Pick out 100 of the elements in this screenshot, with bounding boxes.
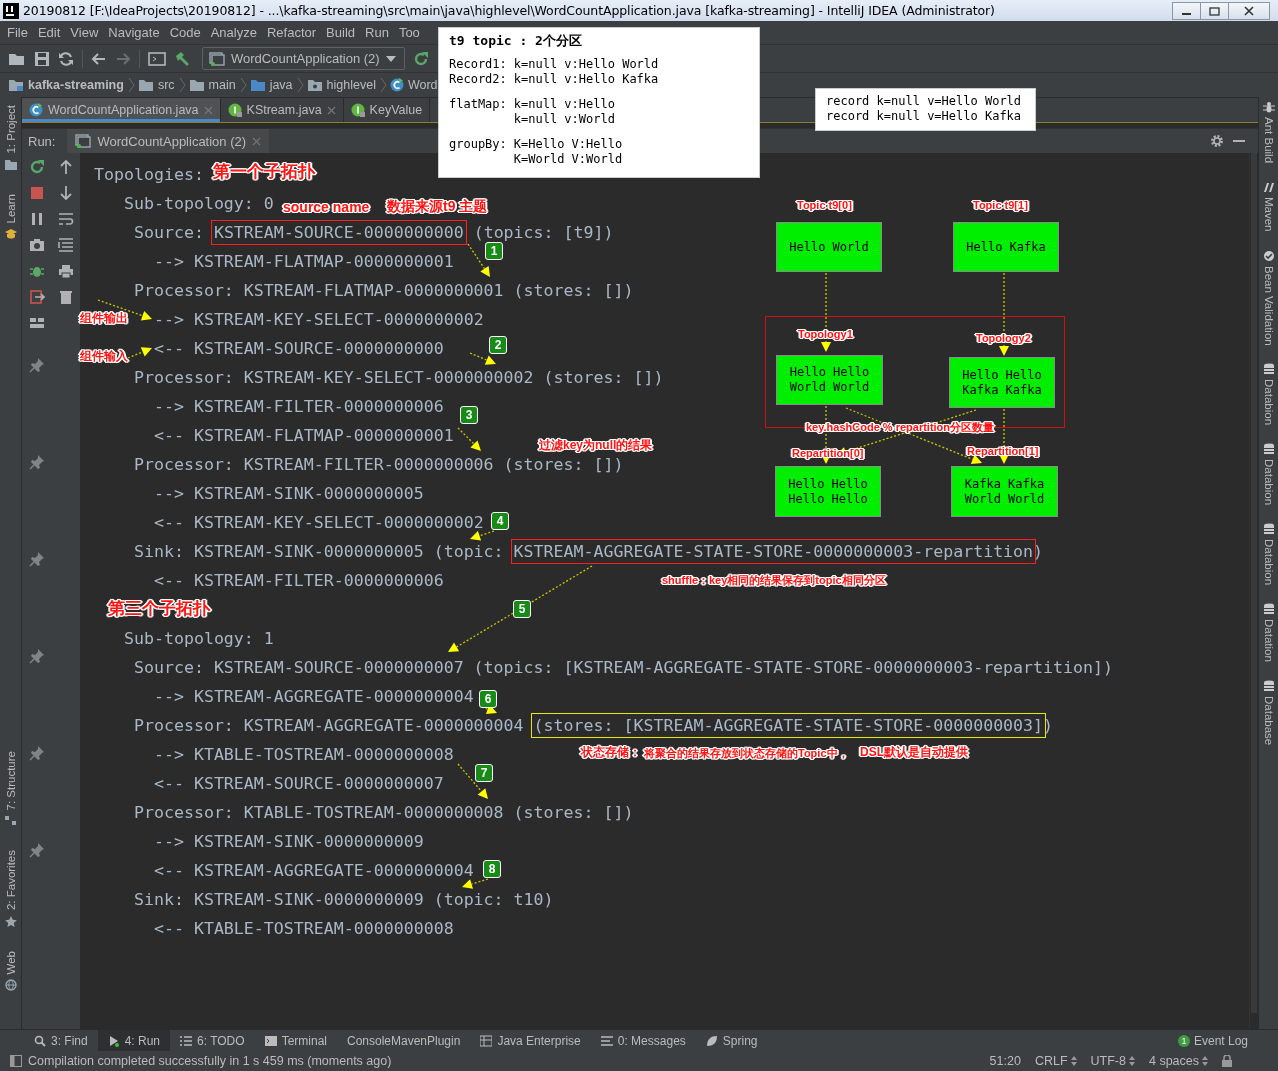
- tool-window-tab[interactable]: Terminal: [254, 1030, 337, 1051]
- console-text: Source:: [133, 223, 205, 242]
- class-icon: [389, 78, 404, 92]
- run-icon: [107, 1034, 120, 1047]
- close-icon[interactable]: [252, 136, 262, 146]
- run-tab[interactable]: WordCountApplication (2): [67, 129, 270, 153]
- class-icon: [29, 103, 43, 117]
- tool-window-button[interactable]: Web: [4, 950, 17, 974]
- database-icon: [1262, 443, 1275, 456]
- menu-item[interactable]: Run: [360, 25, 394, 40]
- run-configuration-dropdown[interactable]: WordCountApplication (2): [202, 47, 405, 70]
- line-separator-selector[interactable]: CRLF: [1034, 1054, 1068, 1068]
- tool-window-button[interactable]: Bean Validation: [1262, 265, 1275, 346]
- ant-icon: [1262, 101, 1275, 113]
- breadcrumb-item[interactable]: java: [269, 78, 293, 92]
- interface-icon: [227, 103, 242, 117]
- tool-window-button[interactable]: Datation: [1262, 619, 1275, 663]
- note-value: K=Hello V:Hello: [513, 137, 624, 152]
- tool-window-button[interactable]: Databion: [1262, 539, 1275, 586]
- save-icon[interactable]: [34, 50, 50, 67]
- menu-item[interactable]: Analyze: [205, 25, 262, 40]
- rerun-icon[interactable]: [28, 159, 45, 175]
- tool-window-button[interactable]: 1: Project: [4, 105, 17, 154]
- console-text: --> KSTREAM-KEY-SELECT-0000000002: [153, 310, 484, 329]
- tool-window-button[interactable]: Learn: [4, 193, 17, 223]
- menu-item[interactable]: View: [65, 25, 104, 40]
- tool-window-button[interactable]: Database: [1262, 696, 1275, 746]
- annotation: 过滤key为null的结果: [539, 439, 653, 453]
- pin-icon[interactable]: [28, 745, 45, 761]
- note-value: K=World V:World: [513, 152, 624, 167]
- tool-window-button[interactable]: 7: Structure: [4, 751, 17, 811]
- up-down-arrow-icon: [1070, 1056, 1077, 1066]
- breadcrumb-item[interactable]: src: [157, 78, 175, 92]
- camera-icon[interactable]: [28, 237, 45, 253]
- rerun-icon[interactable]: [412, 50, 429, 67]
- exit-icon[interactable]: [28, 289, 45, 305]
- forward-icon[interactable]: [115, 50, 131, 67]
- maven-icon: [1262, 181, 1275, 194]
- up-down-arrow-icon: [1128, 1056, 1135, 1066]
- database-icon: [1262, 680, 1275, 693]
- record-text: World World: [964, 491, 1045, 507]
- back-icon[interactable]: [91, 50, 107, 67]
- indent-selector[interactable]: 4 spaces: [1148, 1054, 1199, 1068]
- pin-icon[interactable]: [28, 357, 45, 373]
- breadcrumb-item[interactable]: main: [208, 78, 236, 92]
- editor-tab[interactable]: WordCountApplication.java: [22, 98, 221, 122]
- print-icon[interactable]: [57, 263, 74, 279]
- panel-toggle-icon[interactable]: [10, 1055, 22, 1067]
- trash-icon[interactable]: [57, 289, 74, 305]
- menu-item[interactable]: Edit: [32, 25, 66, 40]
- pin-icon[interactable]: [28, 842, 45, 858]
- restore-icon[interactable]: [1200, 1, 1229, 20]
- encoding-selector[interactable]: UTF-8: [1090, 1054, 1126, 1068]
- down-arrow-icon[interactable]: [57, 185, 74, 201]
- pin-icon[interactable]: [28, 551, 45, 567]
- breadcrumb-item[interactable]: kafka-streaming: [28, 78, 124, 92]
- window-icon[interactable]: [148, 50, 166, 67]
- sync-icon[interactable]: [58, 50, 74, 67]
- highlighted-text: KSTREAM-AGGREGATE-STATE-STORE-0000000003-repartition: [513, 542, 1034, 561]
- tool-window-tab[interactable]: ConsoleMavenPlugin: [337, 1030, 471, 1051]
- menu-item[interactable]: File: [2, 25, 33, 40]
- menu-item[interactable]: Refactor: [261, 25, 322, 40]
- scroll-to-end-icon[interactable]: [57, 237, 74, 253]
- breadcrumb-item[interactable]: Word: [407, 78, 438, 92]
- layout-icon[interactable]: [28, 315, 45, 331]
- tool-window-button[interactable]: 2: Favorites: [4, 850, 17, 911]
- settings-icon[interactable]: [1210, 134, 1224, 148]
- menu-item[interactable]: Code: [164, 25, 206, 40]
- lock-icon[interactable]: [1222, 1055, 1232, 1067]
- tool-window-button[interactable]: Maven: [1262, 197, 1275, 232]
- arrow: [457, 763, 488, 799]
- event-log-button[interactable]: Event Log: [1193, 1033, 1248, 1048]
- diagram-label: Repartition[1]: [967, 445, 1039, 458]
- close-icon[interactable]: [326, 105, 336, 115]
- close-icon[interactable]: [1228, 1, 1270, 20]
- menu-item[interactable]: Too: [393, 25, 425, 40]
- tool-window-tab[interactable]: 3: Find: [24, 1030, 98, 1051]
- wrap-icon[interactable]: [57, 211, 74, 227]
- tool-window-button[interactable]: Databion: [1262, 459, 1275, 506]
- menu-item[interactable]: Build: [321, 25, 360, 40]
- console-text: ): [1043, 716, 1054, 735]
- folder-icon: [249, 78, 266, 92]
- tool-window-tab[interactable]: 4: Run: [97, 1030, 171, 1051]
- tool-window-tab[interactable]: Java Enterprise: [470, 1030, 591, 1051]
- menu-item[interactable]: Navigate: [103, 25, 165, 40]
- tool-window-button[interactable]: Databion: [1262, 379, 1275, 426]
- stop-icon[interactable]: [28, 185, 45, 201]
- caret-position[interactable]: 51:20: [989, 1054, 1021, 1068]
- tool-window-tab[interactable]: Spring: [695, 1030, 768, 1051]
- breadcrumb-item[interactable]: highlevel: [326, 78, 376, 92]
- pin-icon[interactable]: [28, 648, 45, 664]
- tool-window-button[interactable]: Ant Build: [1262, 117, 1275, 164]
- hammer-icon[interactable]: [174, 50, 190, 67]
- leaf-icon: [705, 1034, 718, 1047]
- tool-window-tab[interactable]: 6: TODO: [170, 1030, 255, 1051]
- console-text: Processor: KSTREAM-FILTER-0000000006 (stores: []): [133, 455, 624, 474]
- tool-window-tab[interactable]: 0: Messages: [590, 1030, 696, 1051]
- pin-icon[interactable]: [28, 454, 45, 470]
- record-text: World World: [789, 380, 870, 395]
- minimize-icon[interactable]: [1172, 1, 1201, 20]
